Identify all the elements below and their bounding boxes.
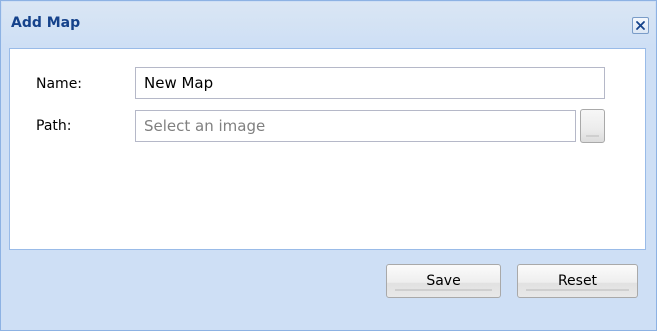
- form-panel: Name: Path:: [9, 48, 646, 250]
- save-button-bevel: [395, 289, 492, 291]
- reset-button-label: Reset: [557, 273, 598, 289]
- dialog-footer: Save Reset: [9, 251, 646, 299]
- reset-button[interactable]: Reset: [517, 264, 638, 298]
- name-input[interactable]: [135, 67, 605, 99]
- close-icon: [636, 21, 645, 30]
- name-label: Name:: [36, 76, 83, 92]
- dialog-header: Add Map: [2, 2, 655, 46]
- add-map-dialog: Add Map Name: Path: Save Reset: [0, 0, 657, 331]
- close-button[interactable]: [632, 17, 649, 34]
- save-button-label: Save: [426, 273, 461, 289]
- path-input[interactable]: [135, 110, 576, 142]
- reset-button-bevel: [526, 289, 629, 291]
- browse-button-bevel: [586, 135, 599, 137]
- browse-button[interactable]: [580, 109, 605, 143]
- save-button[interactable]: Save: [386, 264, 501, 298]
- path-label: Path:: [36, 118, 72, 134]
- dialog-title: Add Map: [11, 15, 81, 31]
